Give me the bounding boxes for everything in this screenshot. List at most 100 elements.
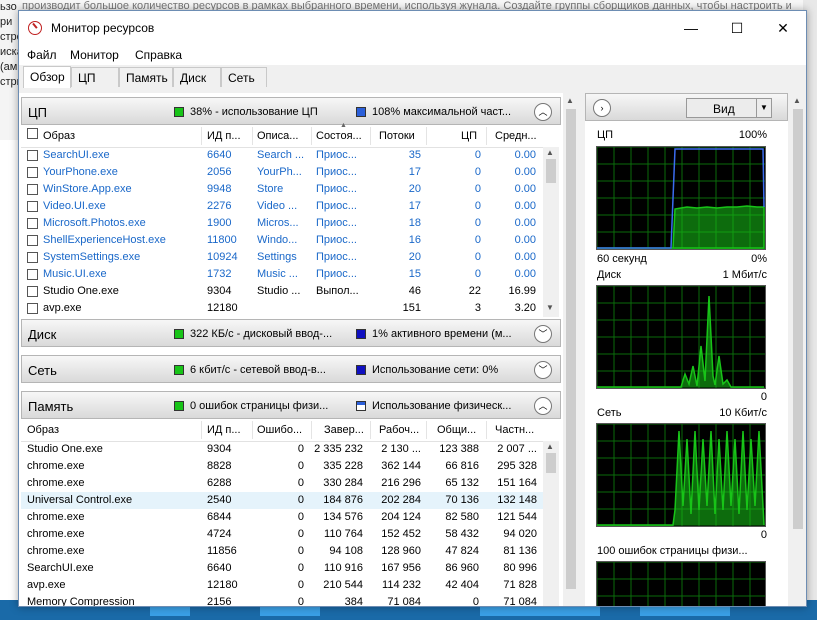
cpu-process-row[interactable]: Music.UI.exe 1732 Music ... Приос... 15 0 0.00 bbox=[21, 266, 543, 283]
memory-cell-pid: 8828 bbox=[207, 460, 232, 472]
cpu-cell-desc: Store bbox=[257, 183, 284, 195]
col-image[interactable]: Образ bbox=[43, 130, 75, 142]
scroll-thumb[interactable] bbox=[566, 109, 576, 589]
process-checkbox[interactable] bbox=[27, 235, 38, 246]
cpu-cell-threads: 18 bbox=[408, 217, 421, 229]
scroll-up-icon[interactable]: ▲ bbox=[546, 148, 554, 157]
memory-process-row[interactable]: chrome.exe 4724 0 110 764 152 452 58 432 94 02… bbox=[21, 526, 543, 543]
memory-process-row[interactable]: SearchUI.exe 6640 0 110 916 167 956 86 960 80 … bbox=[21, 560, 543, 577]
col-threads[interactable]: Потоки bbox=[379, 130, 421, 142]
cpu-section-header[interactable]: ЦП 38% - использование ЦП 108% максималь… bbox=[21, 97, 561, 125]
process-checkbox[interactable] bbox=[27, 201, 38, 212]
memory-process-row[interactable]: Universal Control.exe 2540 0 184 876 202 284… bbox=[21, 492, 543, 509]
cpu-section-title: ЦП bbox=[28, 105, 47, 120]
mem-col-private[interactable]: Частн... bbox=[495, 424, 541, 436]
tab-network[interactable]: Сеть bbox=[221, 67, 267, 87]
close-button[interactable]: ✕ bbox=[760, 11, 806, 45]
scroll-thumb[interactable] bbox=[793, 109, 803, 529]
cpu-process-row[interactable]: Microsoft.Photos.exe 1900 Micros... Приос..… bbox=[21, 215, 543, 232]
cpu-usage-line bbox=[597, 205, 765, 249]
cpu-process-row[interactable]: WinStore.App.exe 9948 Store Приос... 20 0 0.00 bbox=[21, 181, 543, 198]
cpu-cell-desc: Video ... bbox=[257, 200, 298, 212]
scroll-up-icon[interactable]: ▲ bbox=[566, 96, 574, 105]
memory-process-row[interactable]: Memory Compression 2156 0 384 71 084 0 71 084 bbox=[21, 594, 543, 606]
graphs-pane-scrollbar[interactable]: ▲ bbox=[790, 93, 806, 606]
memory-process-row[interactable]: Studio One.exe 9304 0 2 335 232 2 130 ... 123… bbox=[21, 441, 543, 458]
memory-collapse-button[interactable]: ︿ bbox=[534, 397, 552, 415]
cpu-process-row[interactable]: YourPhone.exe 2056 YourPh... Приос... 17 0 0.0… bbox=[21, 164, 543, 181]
memory-list-scrollbar[interactable]: ▲ bbox=[543, 441, 559, 606]
mem-col-working-set[interactable]: Рабоч... bbox=[379, 424, 423, 436]
process-checkbox[interactable] bbox=[27, 184, 38, 195]
cpu-cell-pid: 1732 bbox=[207, 268, 232, 280]
cpu-process-row[interactable]: SearchUI.exe 6640 Search ... Приос... 35 0 0.0… bbox=[21, 147, 543, 164]
chevron-down-icon[interactable]: ▼ bbox=[756, 99, 771, 117]
mem-col-shared[interactable]: Общи... bbox=[437, 424, 481, 436]
cpu-process-row[interactable]: Studio One.exe 9304 Studio ... Выпол... 46 22… bbox=[21, 283, 543, 300]
cpu-process-row[interactable]: ShellExperienceHost.exe 11800 Windo... Прио… bbox=[21, 232, 543, 249]
cpu-process-row[interactable]: Video.UI.exe 2276 Video ... Приос... 17 0 0.00 bbox=[21, 198, 543, 215]
scroll-thumb[interactable] bbox=[546, 453, 556, 473]
view-dropdown[interactable]: Вид ▼ bbox=[686, 98, 772, 118]
memory-section-header[interactable]: Память 0 ошибок страницы физи... Использ… bbox=[21, 391, 561, 419]
cpu-cell-cpu: 0 bbox=[474, 217, 481, 229]
disk-expand-button[interactable]: ﹀ bbox=[534, 325, 552, 343]
memory-process-row[interactable]: chrome.exe 11856 0 94 108 128 960 47 824 81 13… bbox=[21, 543, 543, 560]
col-cpu[interactable]: ЦП bbox=[461, 130, 481, 142]
minimize-button[interactable]: — bbox=[668, 11, 714, 45]
col-pid[interactable]: ИД п... bbox=[207, 130, 251, 142]
mem-col-commit[interactable]: Завер... bbox=[324, 424, 368, 436]
mem-col-faults[interactable]: Ошибо... bbox=[257, 424, 307, 436]
menu-monitor[interactable]: Монитор bbox=[70, 48, 119, 62]
scroll-thumb[interactable] bbox=[546, 159, 556, 183]
disk-section-header[interactable]: Диск 322 КБ/с - дисковый ввод-... 1% акт… bbox=[21, 319, 561, 347]
scroll-up-icon[interactable]: ▲ bbox=[546, 442, 554, 451]
cpu-cell-cpu: 0 bbox=[474, 234, 481, 246]
process-checkbox[interactable] bbox=[27, 286, 38, 297]
cpu-cell-pid: 6640 bbox=[207, 149, 232, 161]
select-all-checkbox[interactable] bbox=[27, 128, 38, 139]
network-io-line bbox=[597, 430, 765, 526]
cpu-process-row[interactable]: avp.exe 12180 151 3 3.20 bbox=[21, 300, 543, 317]
network-section-title: Сеть bbox=[28, 363, 57, 378]
maximize-button[interactable]: ☐ bbox=[714, 11, 760, 45]
process-checkbox[interactable] bbox=[27, 252, 38, 263]
menu-file[interactable]: Файл bbox=[27, 48, 57, 62]
process-checkbox[interactable] bbox=[27, 269, 38, 280]
process-checkbox[interactable] bbox=[27, 167, 38, 178]
memory-process-row[interactable]: chrome.exe 6844 0 134 576 204 124 82 580 121 5… bbox=[21, 509, 543, 526]
process-checkbox[interactable] bbox=[27, 150, 38, 161]
left-pane-scrollbar[interactable]: ▲ bbox=[563, 93, 579, 606]
col-status[interactable]: Состоя... bbox=[316, 130, 368, 142]
tab-cpu[interactable]: ЦП bbox=[71, 67, 119, 87]
title-bar[interactable]: Монитор ресурсов — ☐ ✕ bbox=[19, 11, 806, 45]
col-description[interactable]: Описа... bbox=[257, 130, 307, 142]
memory-process-row[interactable]: avp.exe 12180 0 210 544 114 232 42 404 71 828 bbox=[21, 577, 543, 594]
cpu-list-scrollbar[interactable]: ▲ ▼ bbox=[543, 147, 559, 317]
memory-process-row[interactable]: chrome.exe 6288 0 330 284 216 296 65 132 151 1… bbox=[21, 475, 543, 492]
tab-disk[interactable]: Диск bbox=[173, 67, 221, 87]
memory-cell-commit: 134 576 bbox=[323, 511, 363, 523]
network-section-header[interactable]: Сеть 6 кбит/с - сетевой ввод-в... Исполь… bbox=[21, 355, 561, 383]
cpu-cell-avg: 0.00 bbox=[514, 268, 536, 280]
memory-process-row[interactable]: chrome.exe 8828 0 335 228 362 144 66 816 295 3… bbox=[21, 458, 543, 475]
memory-section: Память 0 ошибок страницы физи... Использ… bbox=[21, 391, 561, 606]
expand-graphs-button[interactable]: › bbox=[593, 99, 611, 117]
tab-memory[interactable]: Память bbox=[119, 67, 173, 87]
cpu-cell-image: WinStore.App.exe bbox=[43, 183, 132, 195]
process-checkbox[interactable] bbox=[27, 218, 38, 229]
memory-cell-shared: 65 132 bbox=[445, 477, 479, 489]
cpu-process-row[interactable]: SystemSettings.exe 10924 Settings Приос... 2… bbox=[21, 249, 543, 266]
tab-overview[interactable]: Обзор bbox=[23, 66, 71, 88]
scroll-up-icon[interactable]: ▲ bbox=[793, 96, 801, 105]
memory-cell-commit: 110 916 bbox=[324, 562, 363, 574]
scroll-down-icon[interactable]: ▼ bbox=[546, 303, 554, 312]
col-average[interactable]: Средн... bbox=[495, 130, 541, 142]
mem-col-image[interactable]: Образ bbox=[27, 424, 59, 436]
mem-col-pid[interactable]: ИД п... bbox=[207, 424, 251, 436]
menu-help[interactable]: Справка bbox=[135, 48, 182, 62]
network-expand-button[interactable]: ﹀ bbox=[534, 361, 552, 379]
cpu-collapse-button[interactable]: ︿ bbox=[534, 103, 552, 121]
memory-cell-shared: 58 432 bbox=[445, 528, 479, 540]
process-checkbox[interactable] bbox=[27, 303, 38, 314]
